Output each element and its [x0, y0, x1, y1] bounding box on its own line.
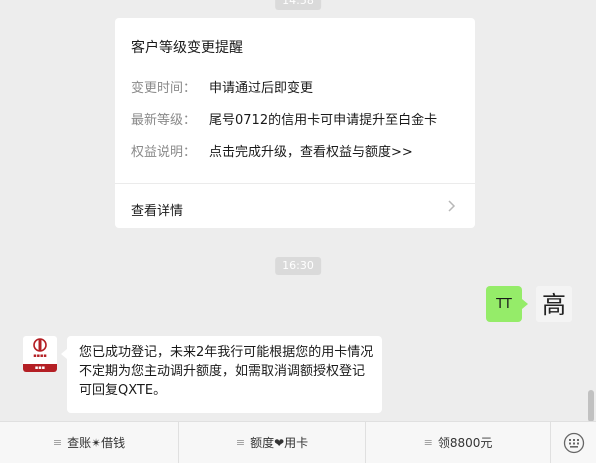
chevron-right-icon[interactable]: [443, 198, 459, 214]
row-value: 点击完成升级，查看权益与额度>>: [209, 145, 413, 160]
bottom-menu-bar: ≡ 查账✴借钱 ≡ 额度❤用卡 ≡ 领8800元: [0, 421, 596, 463]
scrollbar-thumb[interactable]: [588, 390, 594, 422]
menu-label: 领8800元: [437, 436, 493, 450]
card-row-new-level: 最新等级： 尾号0712的信用卡可申请提升至白金卡: [131, 109, 437, 128]
card-row-benefits: 权益说明： 点击完成升级，查看权益与额度>>: [131, 141, 413, 160]
keyboard-toggle-button[interactable]: [551, 422, 596, 463]
bank-avatar[interactable]: ▪▪▪▪ ▪▪▪: [23, 336, 57, 372]
timestamp-top: 14:58: [275, 0, 321, 10]
bank-message-bubble[interactable]: 您已成功登记，未来2年我行可能根据您的用卡情况不定期为您主动调升额度，如需取消调…: [61, 336, 382, 413]
bank-band: ▪▪▪: [23, 364, 57, 372]
menu-lines-icon: ≡: [52, 436, 63, 449]
menu-label: 查账✴借钱: [67, 436, 126, 450]
menu-button-claim-reward[interactable]: ≡ 领8800元: [366, 422, 551, 463]
row-label: 变更时间：: [131, 81, 197, 96]
card-title: 客户等级变更提醒: [131, 40, 243, 56]
user-avatar[interactable]: 高: [536, 286, 572, 322]
menu-button-check-account[interactable]: ≡ 查账✴借钱: [0, 422, 179, 463]
view-details-link[interactable]: 查看详情: [131, 200, 183, 219]
menu-button-credit-limit[interactable]: ≡ 额度❤用卡: [179, 422, 366, 463]
bank-message-text: 您已成功登记，未来2年我行可能根据您的用卡情况不定期为您主动调升额度，如需取消调…: [79, 345, 374, 398]
card-row-change-time: 变更时间： 申请通过后即变更: [131, 77, 313, 96]
user-message-bubble[interactable]: TT: [486, 286, 528, 322]
notification-card[interactable]: 客户等级变更提醒 变更时间： 申请通过后即变更 最新等级： 尾号0712的信用卡可申…: [115, 18, 475, 228]
row-label: 最新等级：: [131, 113, 197, 128]
row-value: 申请通过后即变更: [209, 81, 314, 96]
row-label: 权益说明：: [131, 145, 197, 160]
row-value: 尾号0712的信用卡可申请提升至白金卡: [209, 113, 438, 128]
user-message-text: TT: [496, 296, 512, 312]
keyboard-icon: [563, 432, 584, 453]
calligraphy-avatar-icon: 高: [536, 286, 572, 322]
menu-lines-icon: ≡: [235, 436, 246, 449]
bank-name-text: ▪▪▪▪: [33, 353, 47, 359]
timestamp-middle: 16:30: [275, 257, 321, 275]
avatar-glyph: 高: [542, 291, 566, 319]
card-divider: [115, 183, 475, 184]
menu-lines-icon: ≡: [423, 436, 433, 449]
menu-label: 额度❤用卡: [250, 436, 309, 450]
